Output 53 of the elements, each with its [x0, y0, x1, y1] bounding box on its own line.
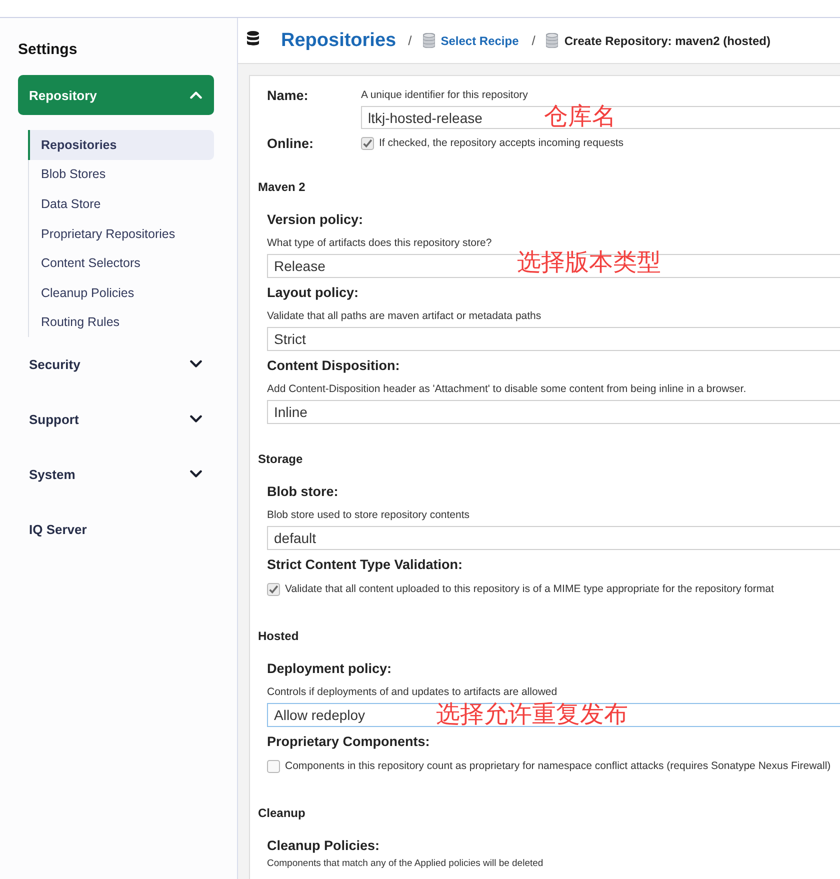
sidebar-item[interactable]: Blob Stores	[29, 160, 214, 190]
section-heading: Hosted	[258, 628, 300, 644]
sidebar-item[interactable]: Repositories	[28, 130, 214, 160]
sidebar-group[interactable]: Security	[18, 344, 214, 384]
field-label: Content Disposition:	[267, 357, 401, 375]
sidebar-group[interactable]: Repository	[18, 75, 214, 115]
breadcrumb-separator: /	[532, 33, 536, 48]
section-heading: Maven 2	[258, 179, 306, 195]
field-label: Online:	[267, 136, 314, 152]
sidebar-item[interactable]: Content Selectors	[29, 248, 214, 278]
section-heading: Storage	[258, 451, 304, 467]
help-text: Validate that all paths are maven artifact or metadata paths	[267, 309, 542, 323]
field-label: Version policy:	[267, 211, 364, 229]
checkbox[interactable]	[267, 582, 280, 596]
input-field[interactable]: Strict	[267, 327, 840, 351]
field-label: Strict Content Type Validation:	[267, 556, 464, 574]
sidebar-group[interactable]: Support	[18, 399, 214, 440]
checkbox[interactable]	[267, 760, 280, 772]
section-heading: Cleanup	[258, 805, 306, 821]
field-label: Blob store:	[267, 483, 340, 501]
checkbox-label: Validate that all content uploaded to this repository is of a MIME type appropriate for the repository format	[285, 582, 774, 596]
breadcrumb-link[interactable]: Select Recipe	[440, 34, 519, 48]
page-title-link[interactable]: Repositories	[281, 30, 396, 52]
checkbox-label: If checked, the repository accepts incoming requests	[379, 136, 624, 150]
sidebar-group[interactable]: IQ Server	[18, 509, 214, 550]
breadcrumb-current: Create Repository: maven2 (hosted)	[564, 34, 770, 48]
breadcrumb-separator: /	[408, 33, 412, 48]
help-text: Components that match any of the Applied policies will be deleted	[267, 858, 544, 870]
annotation-text: 选择允许重复发布	[436, 702, 628, 726]
sidebar-title: Settings	[18, 41, 78, 59]
sidebar-group[interactable]: System	[18, 454, 214, 494]
field-label: Proprietary Components:	[267, 733, 431, 751]
annotation-text: 仓库名	[544, 104, 616, 128]
checkbox-label: Components in this repository count as proprietary for namespace conflict attacks (requires Sonatype Nexus Firewall)	[285, 759, 831, 773]
field-label: Name:	[267, 88, 310, 104]
database-icon	[247, 31, 259, 46]
database-icon	[546, 33, 558, 48]
field-label: Cleanup Policies:	[267, 837, 381, 855]
checkbox[interactable]	[361, 136, 374, 150]
input-field[interactable]: Inline	[267, 400, 840, 424]
sidebar-item[interactable]: Routing Rules	[29, 308, 214, 338]
sidebar-item[interactable]: Data Store	[29, 189, 214, 219]
input-field[interactable]: default	[267, 526, 840, 550]
field-label: Deployment policy:	[267, 660, 393, 678]
sidebar-item[interactable]: Proprietary Repositories	[29, 218, 214, 248]
field-label: Layout policy:	[267, 284, 360, 302]
help-text: A unique identifier for this repository	[361, 88, 529, 102]
database-icon	[422, 33, 435, 48]
sidebar-item[interactable]: Cleanup Policies	[29, 278, 214, 308]
help-text: Blob store used to store repository contents	[267, 508, 471, 522]
help-text: Controls if deployments of and updates to artifacts are allowed	[267, 685, 558, 699]
help-text: Add Content-Disposition header as 'Attachment' to disable some content from being inline in a browser.	[267, 382, 748, 396]
help-text: What type of artifacts does this repository store?	[267, 236, 493, 250]
